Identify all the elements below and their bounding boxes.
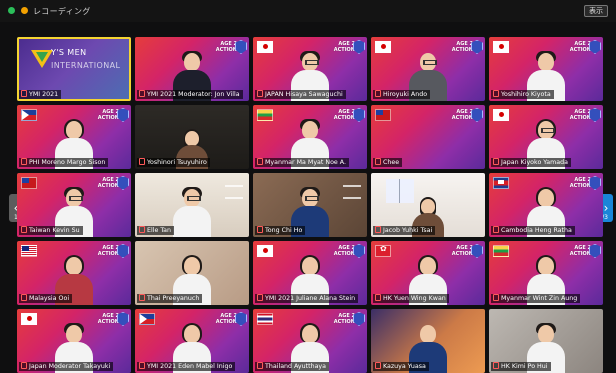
participant-name: Myanmar Ma Myat Noe A. xyxy=(255,158,350,167)
participant-tile[interactable]: AGE 2 ACTION Myanmar Wint Zin Aung xyxy=(489,241,603,305)
event-banner-text: AGE 2 ACTION xyxy=(451,245,473,257)
participant-name: Cambodia Heng Ratha xyxy=(491,226,575,235)
myanmar-flag-icon xyxy=(493,245,509,257)
participant-name: YMI 2021 Juliane Alana Stein xyxy=(255,294,359,303)
philippines-flag-icon xyxy=(21,109,37,121)
participant-tile[interactable]: AGE 2 ACTION Malaysia Ooi xyxy=(17,241,131,305)
participant-tile[interactable]: AGE 2 ACTION Chee xyxy=(371,105,485,169)
event-banner-text: AGE 2 ACTION xyxy=(569,177,591,189)
logo-subtext: INTERNATIONAL xyxy=(51,61,121,70)
malaysia-flag-icon xyxy=(21,245,37,257)
recording-status-icon xyxy=(21,7,28,14)
event-banner-text: AGE 2 ACTION xyxy=(451,109,473,121)
participant-tile[interactable]: AGE 2 ACTION Cambodia Heng Ratha xyxy=(489,173,603,237)
event-banner-text: AGE 2 ACTION xyxy=(97,109,119,121)
participant-tile[interactable]: Kazuya Yuasa xyxy=(371,309,485,373)
logo-text: Y'S MEN xyxy=(51,48,87,57)
event-banner-text: AGE 2 ACTION xyxy=(569,109,591,121)
event-banner-text: AGE 2 ACTION xyxy=(569,41,591,53)
participant-name: Yoshinori Tsuyuhiro xyxy=(137,158,210,167)
participant-name: YMI 2021 xyxy=(19,90,62,99)
participant-tile[interactable]: AGE 2ACTION HK Yuen Wing Kwan xyxy=(371,241,485,305)
participant-tile[interactable]: Yoshinori Tsuyuhiro xyxy=(135,105,249,169)
participant-tile[interactable]: AGE 2 ACTION Japan Moderator Takayuki xyxy=(17,309,131,373)
taiwan-flag-icon xyxy=(375,109,391,121)
participant-name: Tong Chi Ho xyxy=(255,226,306,235)
participant-tile[interactable]: AGE 2 ACTION YMI 2021 Juliane Alana Stein xyxy=(253,241,367,305)
participant-tile[interactable]: Y'S MEN INTERNATIONAL YMI 2021 xyxy=(17,37,131,101)
japan-flag-icon xyxy=(257,41,273,53)
participant-tile[interactable]: AGE 2 ACTION JAPAN Hisaya Sawaguchi xyxy=(253,37,367,101)
participant-name: HK Kimi Po Hui xyxy=(491,362,551,371)
participant-name: Malaysia Ooi xyxy=(19,294,73,303)
thailand-flag-icon xyxy=(257,313,273,325)
participant-tile[interactable]: AGE 2 ACTION Yoshihiro Kiyota xyxy=(489,37,603,101)
participant-name: Japan Kiyoko Yamada xyxy=(491,158,571,167)
window-title: レコーディング xyxy=(33,7,91,16)
participant-name: Thailand Ayutthaya xyxy=(255,362,330,371)
participant-name: Elle Tan xyxy=(137,226,175,235)
participant-tile[interactable]: HK Kimi Po Hui xyxy=(489,309,603,373)
participant-name: Thai Preeyanuch xyxy=(137,294,203,303)
participant-tile[interactable]: Elle Tan xyxy=(135,173,249,237)
myanmar-flag-icon xyxy=(257,109,273,121)
participant-name: Hiroyuki Ando xyxy=(373,90,431,99)
view-button[interactable]: 表示 xyxy=(584,5,608,17)
window-status-green-icon xyxy=(8,7,15,14)
participant-tile[interactable]: AGE 2 ACTION Japan Kiyoko Yamada xyxy=(489,105,603,169)
japan-flag-icon xyxy=(257,245,273,257)
event-banner-text: AGE 2 ACTION xyxy=(333,109,355,121)
participant-tile[interactable]: AGE 2 ACTION PHI Moreno Margo Sison xyxy=(17,105,131,169)
event-banner-text: AGE 2 ACTION xyxy=(215,41,237,53)
participant-name: Yoshihiro Kiyota xyxy=(491,90,554,99)
participant-tile[interactable]: AGE 2 ACTION Myanmar Ma Myat Noe A. xyxy=(253,105,367,169)
participant-tile[interactable]: AGE 2 ACTION YMI 2021 Eden Mabel Inigo xyxy=(135,309,249,373)
ys-men-logo-icon xyxy=(31,50,53,68)
event-banner-text: AGE 2 ACTION xyxy=(333,313,355,325)
participant-name: Chee xyxy=(373,158,403,167)
event-banner-text: AGE 2 ACTION xyxy=(569,245,591,257)
philippines-flag-icon xyxy=(139,313,155,325)
participant-tile[interactable]: AGE 2 ACTION Taiwan Kevin Su xyxy=(17,173,131,237)
top-window-bar: レコーディング 表示 xyxy=(0,0,616,22)
event-banner-text: AGE 2 ACTION xyxy=(333,41,355,53)
participant-name: Myanmar Wint Zin Aung xyxy=(491,294,581,303)
participant-name: Japan Moderator Takayuki xyxy=(19,362,114,371)
event-banner-text: AGE 2 ACTION xyxy=(333,245,355,257)
cambodia-flag-icon xyxy=(493,177,509,189)
participant-name: JAPAN Hisaya Sawaguchi xyxy=(255,90,346,99)
participant-tile[interactable]: Tong Chi Ho xyxy=(253,173,367,237)
participant-tile[interactable]: AGE 2 ACTION YMI 2021 Moderator: Jon Vill… xyxy=(135,37,249,101)
participant-tile[interactable]: AGE 2 ACTION Thailand Ayutthaya xyxy=(253,309,367,373)
participant-grid: Y'S MEN INTERNATIONAL YMI 2021 AGE 2 ACTI… xyxy=(17,37,604,373)
participant-name: HK Yuen Wing Kwan xyxy=(373,294,449,303)
participant-name: YMI 2021 Eden Mabel Inigo xyxy=(137,362,236,371)
participant-name: YMI 2021 Moderator: Jon Villa xyxy=(137,90,243,99)
event-banner-text: AGE 2 ACTION xyxy=(97,245,119,257)
participant-tile[interactable]: Thai Preeyanuch xyxy=(135,241,249,305)
japan-flag-icon xyxy=(493,41,509,53)
taiwan-flag-icon xyxy=(21,177,37,189)
hong-kong-flag-icon xyxy=(375,245,391,257)
event-banner-text: AGE 2 ACTION xyxy=(97,177,119,189)
participant-name: PHI Moreno Margo Sison xyxy=(19,158,109,167)
participant-video xyxy=(173,187,211,237)
japan-flag-icon xyxy=(21,313,37,325)
participant-tile[interactable]: Jacob Yuhki Tsai xyxy=(371,173,485,237)
japan-flag-icon xyxy=(493,109,509,121)
event-banner-text: AGE 2 ACTION xyxy=(97,313,119,325)
event-banner-text: AGE 2 ACTION xyxy=(215,313,237,325)
participant-name: Taiwan Kevin Su xyxy=(19,226,83,235)
event-banner-text: AGE 2 ACTION xyxy=(451,41,473,53)
participant-name: Jacob Yuhki Tsai xyxy=(373,226,436,235)
participant-tile[interactable]: AGE 2 ACTION Hiroyuki Ando xyxy=(371,37,485,101)
participant-name: Kazuya Yuasa xyxy=(373,362,429,371)
japan-flag-icon xyxy=(375,41,391,53)
